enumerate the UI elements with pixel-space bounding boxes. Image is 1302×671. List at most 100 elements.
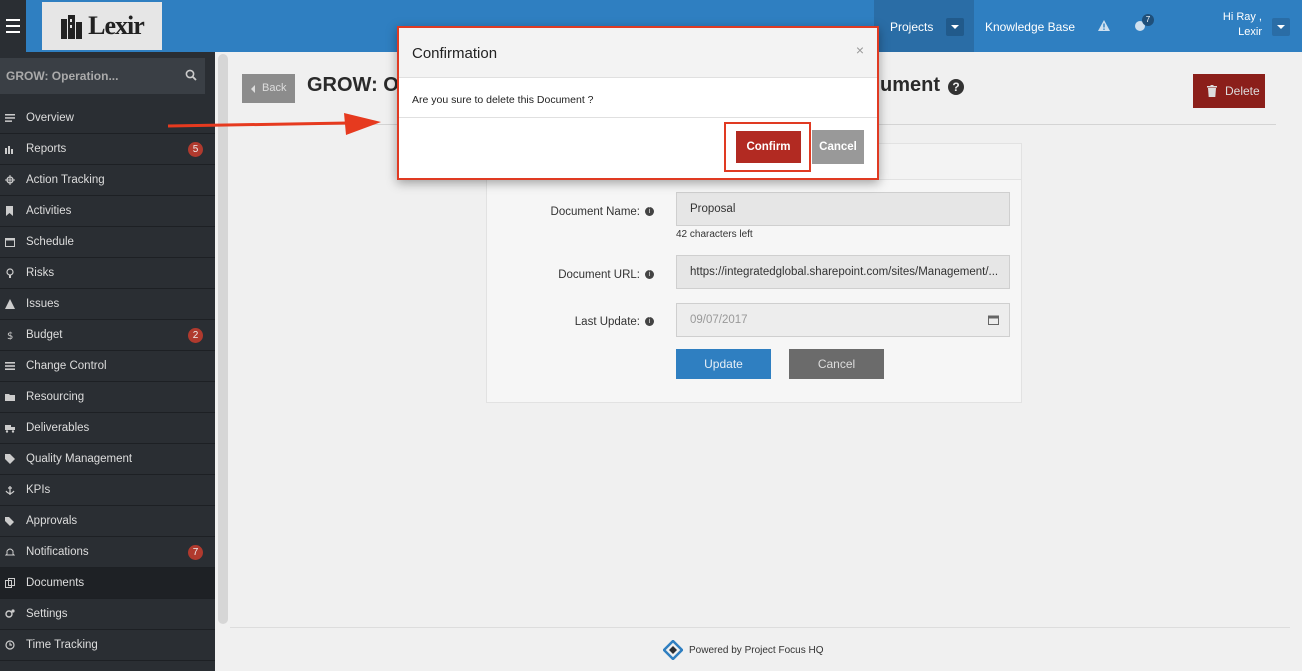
- count-badge: 5: [188, 142, 203, 157]
- sidebar-item-issues[interactable]: Issues: [0, 289, 215, 320]
- warning-icon: [5, 299, 15, 309]
- sidebar-item-schedule[interactable]: Schedule: [0, 227, 215, 258]
- tag-icon: [5, 454, 15, 464]
- last-update-label: Last Update: i: [530, 316, 654, 328]
- info-icon: i: [645, 207, 654, 217]
- sidebar-item-resourcing[interactable]: Resourcing: [0, 382, 215, 413]
- sidebar-item-time-tracking[interactable]: Time Tracking: [0, 630, 215, 661]
- tags-icon: [5, 517, 14, 526]
- sidebar-item-reports[interactable]: Reports 5: [0, 134, 215, 165]
- sidebar-item-label: Quality Management: [26, 453, 133, 465]
- sidebar-item-deliverables[interactable]: Deliverables: [0, 413, 215, 444]
- confirmation-dialog: Confirmation × Are you sure to delete th…: [397, 26, 879, 180]
- sidebar-item-approvals[interactable]: Approvals: [0, 506, 215, 537]
- list-icon: [5, 114, 15, 122]
- sidebar-scrollbar[interactable]: [218, 54, 228, 624]
- copy-icon: [5, 578, 15, 588]
- cogs-icon: [5, 609, 15, 618]
- update-button[interactable]: Update: [676, 349, 771, 379]
- chars-left-hint: 42 characters left: [676, 229, 753, 240]
- sidebar-item-label: Documents: [26, 577, 85, 589]
- sidebar-item-notifications[interactable]: Notifications 7: [0, 537, 215, 568]
- sidebar-item-documents[interactable]: Documents: [0, 568, 215, 599]
- menu-toggle-icon[interactable]: [0, 0, 26, 52]
- document-url-label: Document URL: i: [530, 269, 654, 281]
- dialog-cancel-button[interactable]: Cancel: [812, 130, 864, 164]
- svg-text:$: $: [7, 331, 13, 340]
- logo[interactable]: Lexir: [42, 2, 162, 50]
- folder-icon: [5, 394, 15, 401]
- sidebar-item-settings[interactable]: Settings: [0, 599, 215, 630]
- close-icon[interactable]: ×: [856, 42, 864, 58]
- sidebar-item-label: Risks: [26, 267, 55, 279]
- confirm-button[interactable]: Confirm: [736, 131, 801, 163]
- sidebar-item-label: Deliverables: [26, 422, 90, 434]
- sidebar-nav: Overview Reports 5 Action Tracking Activi…: [0, 103, 215, 661]
- sidebar-item-quality-management[interactable]: Quality Management: [0, 444, 215, 475]
- calendar-icon[interactable]: [988, 315, 999, 325]
- logo-text: Lexir: [88, 11, 145, 40]
- warning-icon[interactable]: [1098, 20, 1112, 32]
- dialog-header: Confirmation ×: [399, 28, 877, 78]
- truck-icon: [5, 425, 15, 433]
- delete-label: Delete: [1225, 84, 1260, 98]
- document-name-label: Document Name: i: [530, 206, 654, 218]
- sidebar-item-label: Schedule: [26, 236, 74, 248]
- project-name: GROW: Operation...: [6, 69, 119, 83]
- trash-icon: [1207, 85, 1217, 97]
- sidebar-item-activities[interactable]: Activities: [0, 196, 215, 227]
- user-org: Lexir: [1238, 26, 1262, 38]
- calendar-icon: [5, 238, 15, 247]
- sidebar: GROW: Operation... Overview Reports 5 Act…: [0, 52, 215, 671]
- crosshair-icon: [5, 175, 15, 185]
- sidebar-item-risks[interactable]: Risks: [0, 258, 215, 289]
- form-cancel-button[interactable]: Cancel: [789, 349, 884, 379]
- search-icon[interactable]: [185, 69, 197, 81]
- project-search[interactable]: GROW: Operation...: [0, 58, 205, 94]
- count-badge: 2: [188, 328, 203, 343]
- sidebar-item-budget[interactable]: $ Budget 2: [0, 320, 215, 351]
- building-logo-icon: [61, 15, 83, 39]
- sidebar-item-change-control[interactable]: Change Control: [0, 351, 215, 382]
- confirm-highlight-box: Confirm: [724, 122, 811, 172]
- dialog-message: Are you sure to delete this Document ?: [412, 94, 594, 106]
- sidebar-item-label: Action Tracking: [26, 174, 105, 186]
- back-button[interactable]: Back: [242, 74, 295, 103]
- sidebar-item-label: KPIs: [26, 484, 51, 496]
- bell-icon: [5, 548, 15, 556]
- footer-divider: [230, 627, 1290, 628]
- sidebar-item-kpis[interactable]: KPIs: [0, 475, 215, 506]
- anchor-icon: [5, 486, 15, 495]
- bookmark-icon: [6, 206, 13, 216]
- last-update-input[interactable]: 09/07/2017: [676, 303, 1010, 337]
- lightbulb-icon: [6, 268, 14, 278]
- document-url-input[interactable]: https://integratedglobal.sharepoint.com/…: [676, 255, 1010, 289]
- label-text: Document Name:: [550, 206, 640, 218]
- sidebar-item-label: Settings: [26, 608, 68, 620]
- info-icon: i: [645, 317, 654, 327]
- annotation-arrow-left: [168, 113, 381, 135]
- page-title-end: ument: [880, 74, 940, 96]
- document-name-input[interactable]: Proposal: [676, 192, 1010, 226]
- label-text: Last Update:: [574, 316, 640, 328]
- info-icon: i: [645, 270, 654, 280]
- sidebar-item-label: Notifications: [26, 546, 89, 558]
- user-dropdown-icon[interactable]: [1272, 18, 1290, 36]
- sidebar-item-label: Resourcing: [26, 391, 85, 403]
- help-icon[interactable]: ?: [948, 79, 964, 95]
- count-badge: 7: [188, 545, 203, 560]
- sidebar-item-label: Issues: [26, 298, 60, 310]
- user-menu[interactable]: Hi Ray , Lexir: [1200, 10, 1262, 42]
- projects-dropdown-icon[interactable]: [946, 18, 964, 36]
- user-greeting: Hi Ray ,: [1222, 11, 1262, 23]
- last-update-value: 09/07/2017: [690, 314, 748, 326]
- sidebar-item-action-tracking[interactable]: Action Tracking: [0, 165, 215, 196]
- bar-chart-icon: [5, 146, 13, 154]
- sidebar-item-label: Budget: [26, 329, 63, 341]
- sidebar-item-label: Overview: [26, 112, 74, 124]
- dollar-icon: $: [7, 331, 13, 340]
- clock-icon: [5, 640, 15, 650]
- sidebar-item-label: Change Control: [26, 360, 107, 372]
- delete-button[interactable]: Delete: [1193, 74, 1265, 108]
- nav-knowledge-base[interactable]: Knowledge Base: [975, 0, 1085, 52]
